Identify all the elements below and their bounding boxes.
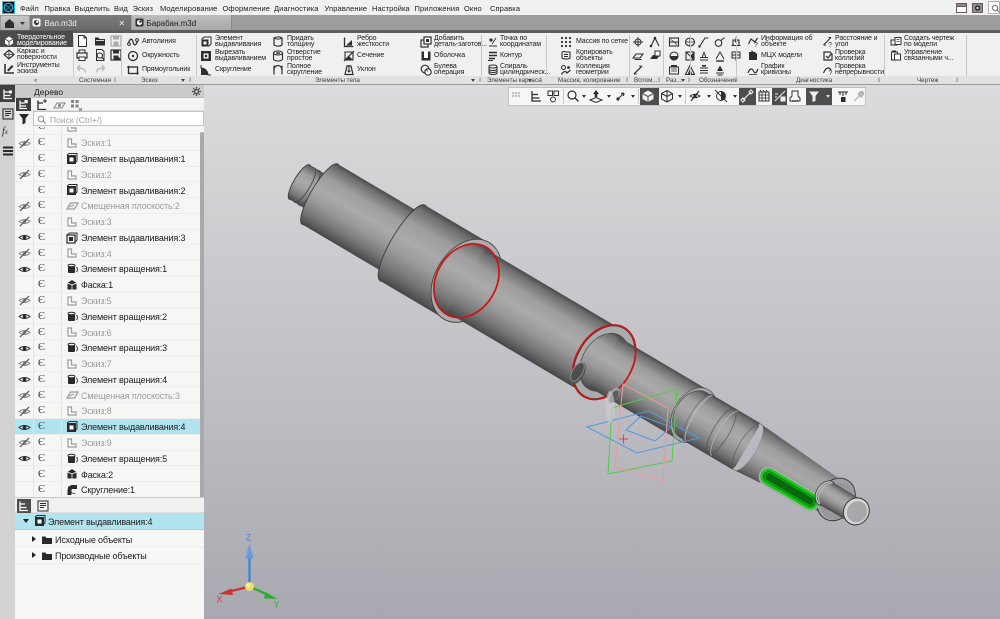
svg-text:Y: Y [273,600,279,610]
svg-text:?: ? [754,42,758,48]
svg-text:X: X [216,595,222,605]
svg-text:Z: Z [246,533,252,543]
svg-text:?: ? [828,42,832,48]
